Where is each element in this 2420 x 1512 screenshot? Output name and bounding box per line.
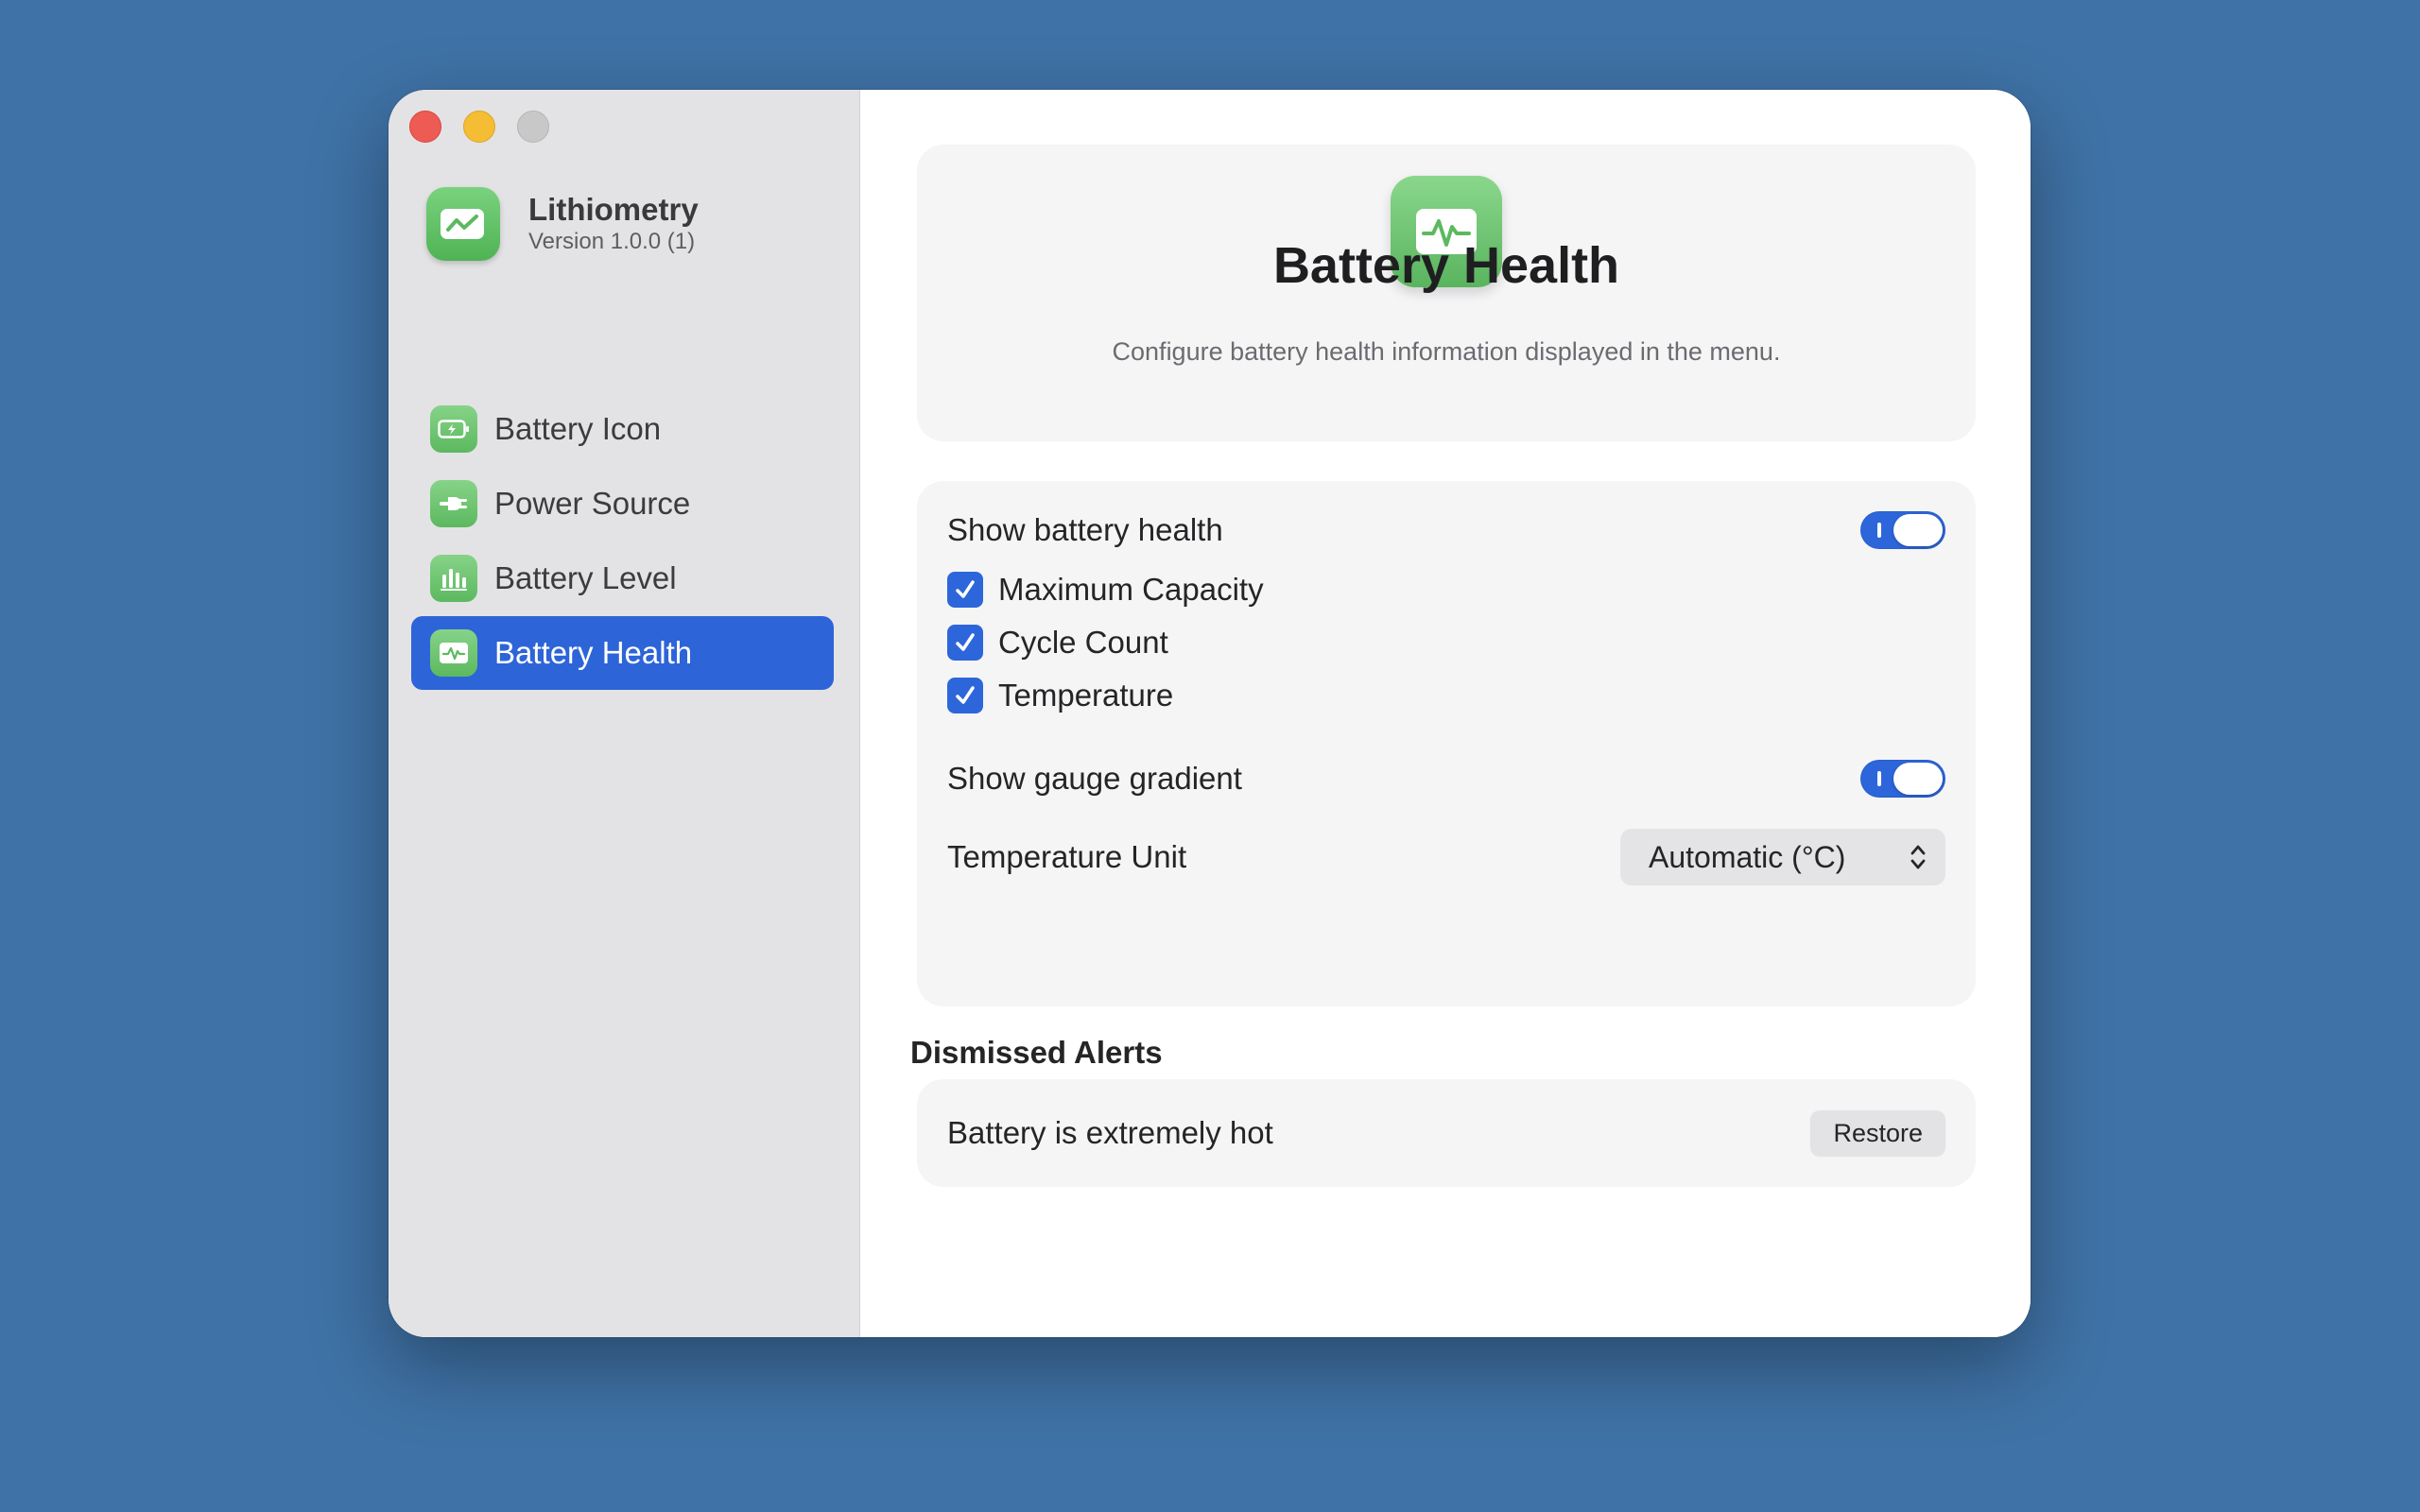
- page-title: Battery Health: [1272, 237, 1620, 294]
- app-name: Lithiometry: [528, 192, 699, 227]
- dismissed-alerts-card: Battery is extremely hot Restore: [917, 1079, 1976, 1187]
- dismissed-alert-label: Battery is extremely hot: [947, 1115, 1273, 1150]
- temperature-row: Temperature: [947, 678, 1173, 713]
- temperature-unit-value: Automatic (°C): [1649, 839, 1846, 874]
- temperature-checkbox[interactable]: [947, 678, 983, 713]
- sidebar-item-label: Battery Icon: [494, 411, 662, 446]
- sidebar: Lithiometry Version 1.0.0 (1) Battery Ic…: [389, 90, 860, 1337]
- show-battery-health-row: Show battery health: [947, 504, 1945, 557]
- cycle-count-row: Cycle Count: [947, 625, 1168, 661]
- temperature-unit-select[interactable]: Automatic (°C): [1620, 829, 1945, 885]
- battery-icon: [430, 405, 477, 453]
- settings-window: Lithiometry Version 1.0.0 (1) Battery Ic…: [389, 90, 2031, 1337]
- zoom-window-button[interactable]: [517, 111, 549, 143]
- sidebar-item-battery-health[interactable]: Battery Health: [411, 616, 834, 690]
- temperature-label: Temperature: [998, 678, 1174, 713]
- show-gauge-gradient-row: Show gauge gradient: [947, 752, 1945, 805]
- temperature-unit-row: Temperature Unit Automatic (°C): [947, 826, 1945, 888]
- show-gauge-gradient-toggle[interactable]: [1860, 760, 1945, 798]
- restore-button[interactable]: Restore: [1810, 1110, 1945, 1156]
- main-content: Battery Health Configure battery health …: [860, 90, 2031, 1337]
- checkmark-icon: [956, 633, 975, 651]
- show-battery-health-label: Show battery health: [947, 512, 1223, 547]
- app-version: Version 1.0.0 (1): [528, 229, 696, 254]
- sidebar-item-label: Battery Health: [494, 635, 693, 670]
- chevron-up-down-icon: [1910, 845, 1926, 869]
- pulse-icon: [430, 629, 477, 677]
- show-gauge-gradient-label: Show gauge gradient: [947, 761, 1242, 796]
- cycle-count-label: Cycle Count: [998, 625, 1168, 660]
- sidebar-item-battery-icon[interactable]: Battery Icon: [411, 392, 834, 466]
- sidebar-nav: Battery Icon Power Source Battery Level …: [411, 392, 834, 691]
- settings-card: Show battery health Maximum Capacity Cyc…: [917, 481, 1976, 1006]
- cycle-count-checkbox[interactable]: [947, 625, 983, 661]
- checkmark-icon: [956, 580, 975, 598]
- dismissed-alert-row: Battery is extremely hot Restore: [947, 1102, 1945, 1164]
- show-battery-health-toggle[interactable]: [1860, 511, 1945, 549]
- maximum-capacity-row: Maximum Capacity: [947, 572, 1264, 608]
- maximum-capacity-label: Maximum Capacity: [998, 572, 1264, 607]
- minimize-window-button[interactable]: [463, 111, 495, 143]
- sidebar-item-power-source[interactable]: Power Source: [411, 467, 834, 541]
- app-header: Lithiometry Version 1.0.0 (1): [426, 187, 699, 261]
- temperature-unit-label: Temperature Unit: [947, 839, 1187, 874]
- page-subtitle: Configure battery health information dis…: [1112, 337, 1781, 366]
- sidebar-item-label: Battery Level: [494, 560, 677, 595]
- checkmark-icon: [956, 686, 975, 704]
- close-window-button[interactable]: [409, 111, 441, 143]
- sidebar-item-battery-level[interactable]: Battery Level: [411, 541, 834, 615]
- sidebar-item-label: Power Source: [494, 486, 691, 521]
- maximum-capacity-checkbox[interactable]: [947, 572, 983, 608]
- plug-icon: [430, 480, 477, 527]
- bar-chart-icon: [430, 555, 477, 602]
- header-card: Battery Health Configure battery health …: [917, 145, 1976, 441]
- dismissed-alerts-heading: Dismissed Alerts: [910, 1035, 1163, 1070]
- app-logo-icon: [426, 187, 500, 261]
